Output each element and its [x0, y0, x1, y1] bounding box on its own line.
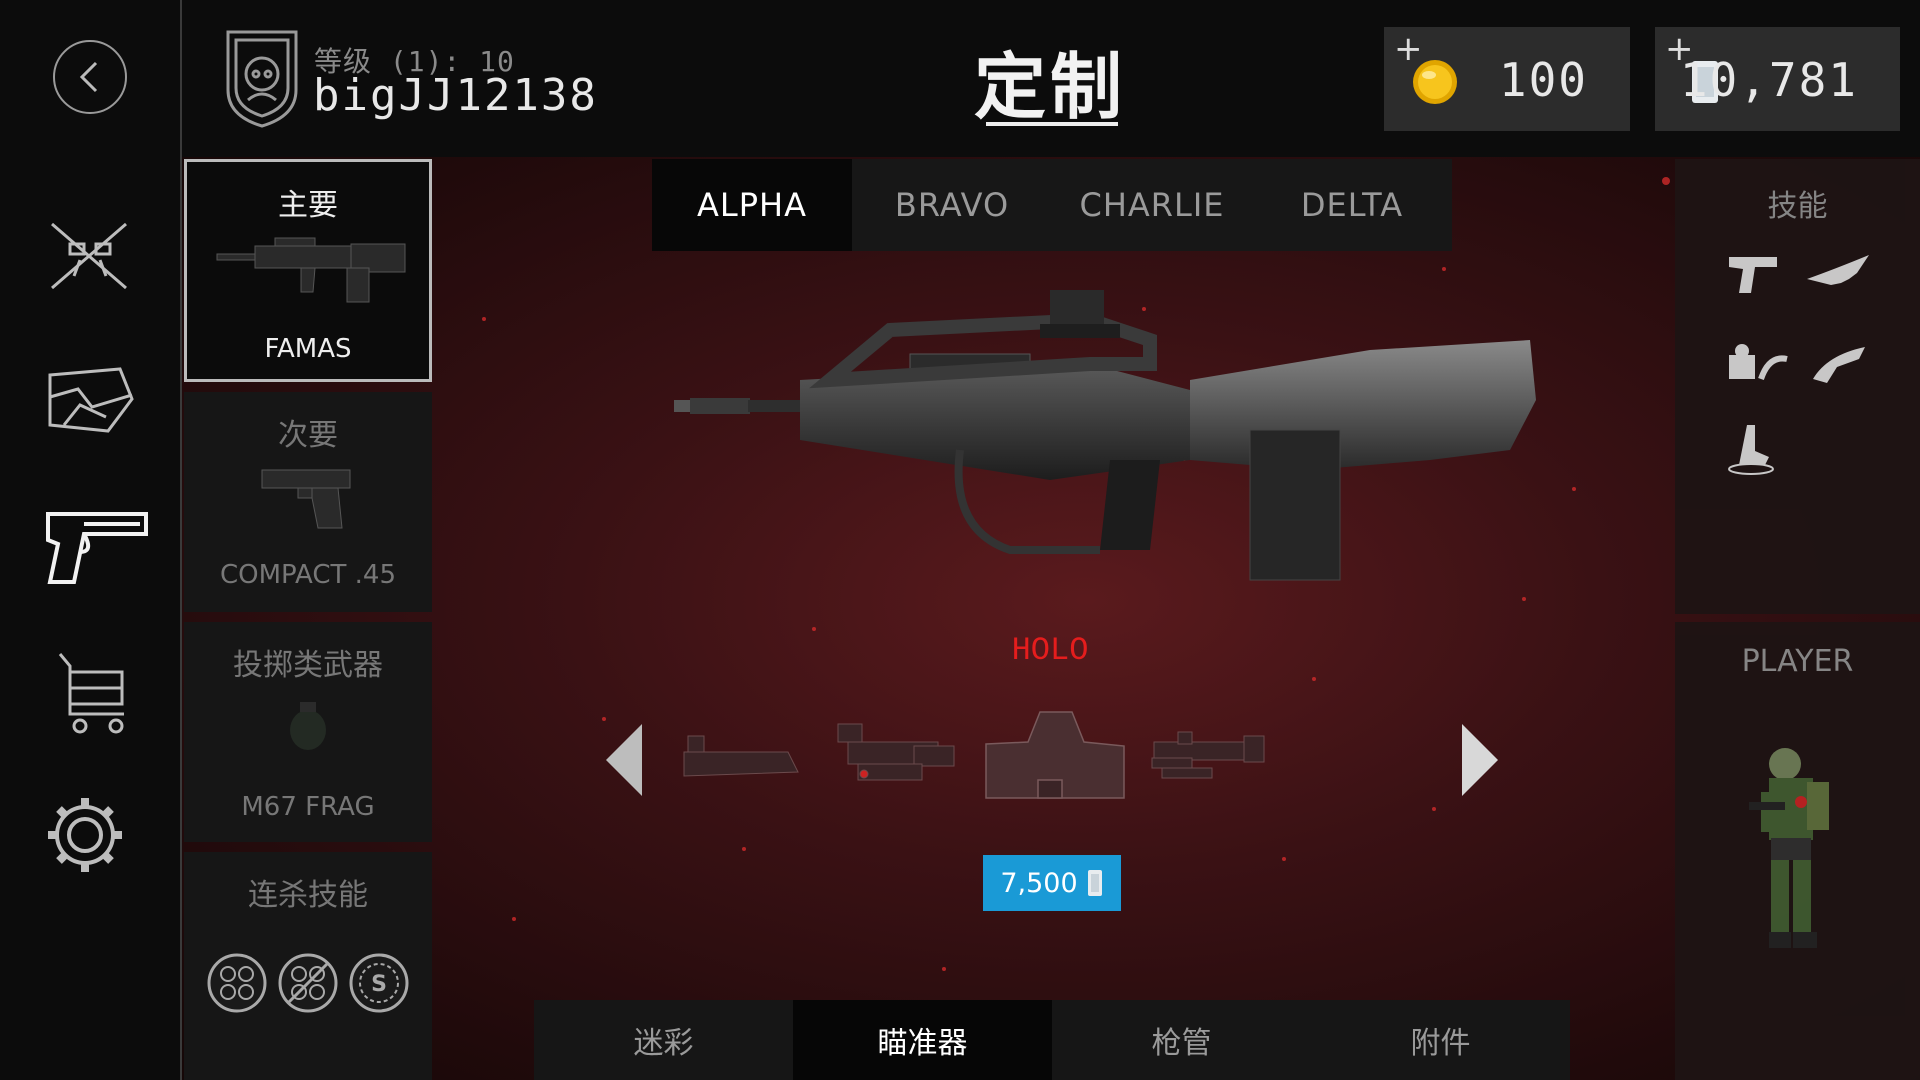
- revolver-skill-icon: [1813, 347, 1865, 383]
- primary-weapon-slot[interactable]: 主要 FAMAS: [184, 159, 432, 382]
- tab-camo[interactable]: 迷彩: [534, 1000, 793, 1080]
- back-icon: [79, 61, 98, 93]
- slot-title: 连杀技能: [248, 878, 368, 913]
- svg-text:S: S: [371, 972, 387, 997]
- coin-balance-button[interactable]: + 100: [1384, 27, 1630, 131]
- player-panel[interactable]: PLAYER: [1675, 622, 1920, 1080]
- slot-title: 投掷类武器: [233, 648, 383, 683]
- holo-sight-option[interactable]: [978, 706, 1130, 806]
- previous-arrow-icon[interactable]: [604, 720, 644, 800]
- slot-weapon-name: FAMAS: [264, 334, 352, 364]
- tab-barrel[interactable]: 枪管: [1052, 1000, 1311, 1080]
- slot-weapon-name: M67 FRAG: [241, 792, 375, 822]
- soldier-avatar: [1749, 748, 1829, 948]
- title-underline: [986, 122, 1118, 126]
- slot-title: 次要: [278, 418, 338, 453]
- next-arrow-icon[interactable]: [1460, 720, 1500, 800]
- card-balance-button[interactable]: + 10,781: [1655, 27, 1900, 131]
- wing-skill-icon: [1807, 255, 1869, 285]
- page-title: 定制: [973, 45, 1126, 129]
- weapon-skill-icon: [1729, 257, 1777, 293]
- tab-charlie[interactable]: CHARLIE: [1052, 159, 1252, 251]
- grenade-thumbnail-icon: [290, 702, 326, 750]
- camo-icon[interactable]: [40, 355, 150, 445]
- crossed-rifles-icon[interactable]: [40, 210, 150, 300]
- tab-alpha[interactable]: ALPHA: [652, 159, 852, 251]
- airstrike-killstreak-icon[interactable]: S: [348, 952, 410, 1014]
- cart-icon[interactable]: [40, 650, 150, 740]
- boot-skill-icon: [1728, 425, 1774, 475]
- skills-panel[interactable]: 技能: [1675, 159, 1920, 614]
- slot-title: 主要: [278, 188, 338, 223]
- player-name: bigJJ12138: [313, 70, 598, 121]
- pistol-icon[interactable]: [40, 500, 150, 590]
- card-currency-icon: [1087, 870, 1102, 896]
- secondary-weapon-slot[interactable]: 次要 COMPACT .45: [184, 392, 432, 612]
- anti-drone-killstreak-icon[interactable]: [277, 952, 339, 1014]
- drone-killstreak-icon[interactable]: [206, 952, 268, 1014]
- killstreak-slot[interactable]: 连杀技能 S: [184, 852, 432, 1080]
- rail-mount-option[interactable]: [678, 722, 802, 788]
- tab-sights[interactable]: 瞄准器: [793, 1000, 1052, 1080]
- loadout-panel: 主要 FAMAS 次要 COMPACT .45 投掷类武器 M67 FRAG 连…: [184, 159, 432, 1080]
- throwable-weapon-slot[interactable]: 投掷类武器 M67 FRAG: [184, 622, 432, 842]
- famas-thumbnail-icon: [216, 237, 406, 303]
- rank-badge-icon: [226, 30, 298, 128]
- tab-delta[interactable]: DELTA: [1252, 159, 1452, 251]
- coin-amount: 100: [1498, 53, 1588, 107]
- slot-weapon-name: COMPACT .45: [219, 560, 397, 590]
- back-button[interactable]: [53, 40, 127, 114]
- red-dot-sight-option[interactable]: [834, 718, 962, 794]
- skills-label: 技能: [1767, 189, 1828, 224]
- customization-category-tabs: 迷彩 瞄准器 枪管 附件: [534, 1000, 1570, 1080]
- tab-bravo[interactable]: BRAVO: [852, 159, 1052, 251]
- loadout-tabs: ALPHA BRAVO CHARLIE DELTA: [652, 159, 1452, 251]
- player-label: PLAYER: [1741, 644, 1854, 679]
- weapon-preview-image: [674, 290, 1536, 581]
- pistol-thumbnail-icon: [261, 469, 351, 529]
- card-amount: 10,781: [1679, 53, 1858, 107]
- nav-rail: [0, 0, 182, 1080]
- armor-skill-icon: [1729, 344, 1788, 381]
- attachment-name: HOLO: [1011, 632, 1089, 669]
- tab-attachments[interactable]: 附件: [1311, 1000, 1570, 1080]
- gold-coin-icon: [1413, 60, 1457, 104]
- price-value: 7,500: [1000, 867, 1078, 899]
- gear-icon[interactable]: [40, 790, 150, 880]
- acog-scope-option[interactable]: [1148, 722, 1270, 788]
- buy-attachment-button[interactable]: 7,500: [983, 855, 1121, 911]
